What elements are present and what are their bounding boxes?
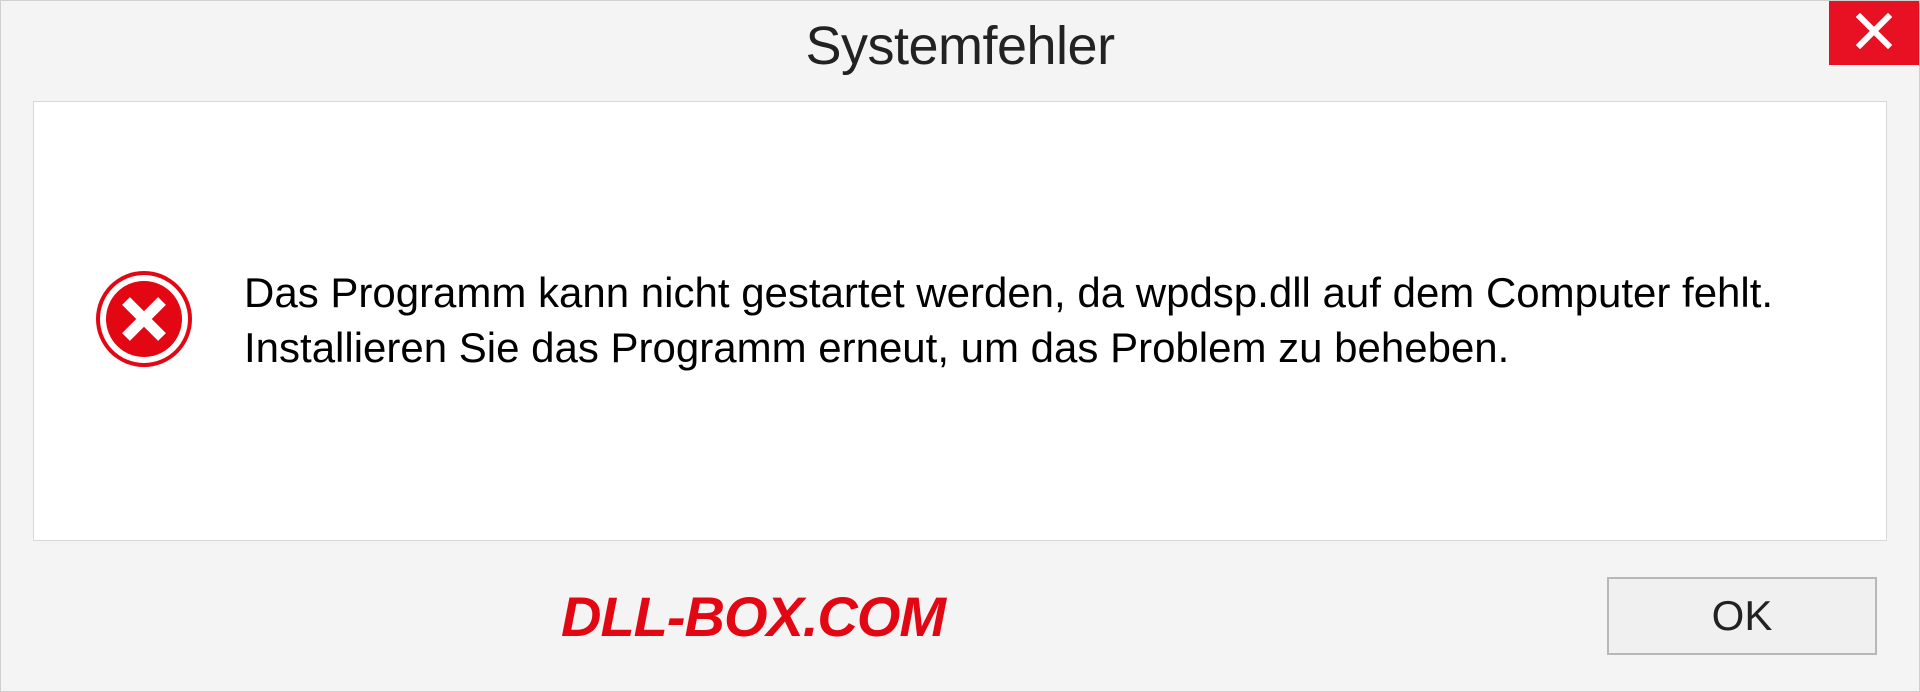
close-button[interactable]	[1829, 1, 1919, 65]
ok-button[interactable]: OK	[1607, 577, 1877, 655]
dialog-title: Systemfehler	[805, 15, 1114, 77]
footer-bar: DLL-BOX.COM OK	[1, 561, 1919, 691]
error-message: Das Programm kann nicht gestartet werden…	[244, 266, 1836, 375]
title-bar: Systemfehler	[1, 1, 1919, 91]
content-panel: Das Programm kann nicht gestartet werden…	[33, 101, 1887, 541]
error-dialog: Systemfehler Das Programm kann nicht ges…	[0, 0, 1920, 692]
close-icon	[1856, 13, 1892, 54]
error-icon	[94, 269, 194, 374]
watermark-text: DLL-BOX.COM	[561, 584, 945, 649]
